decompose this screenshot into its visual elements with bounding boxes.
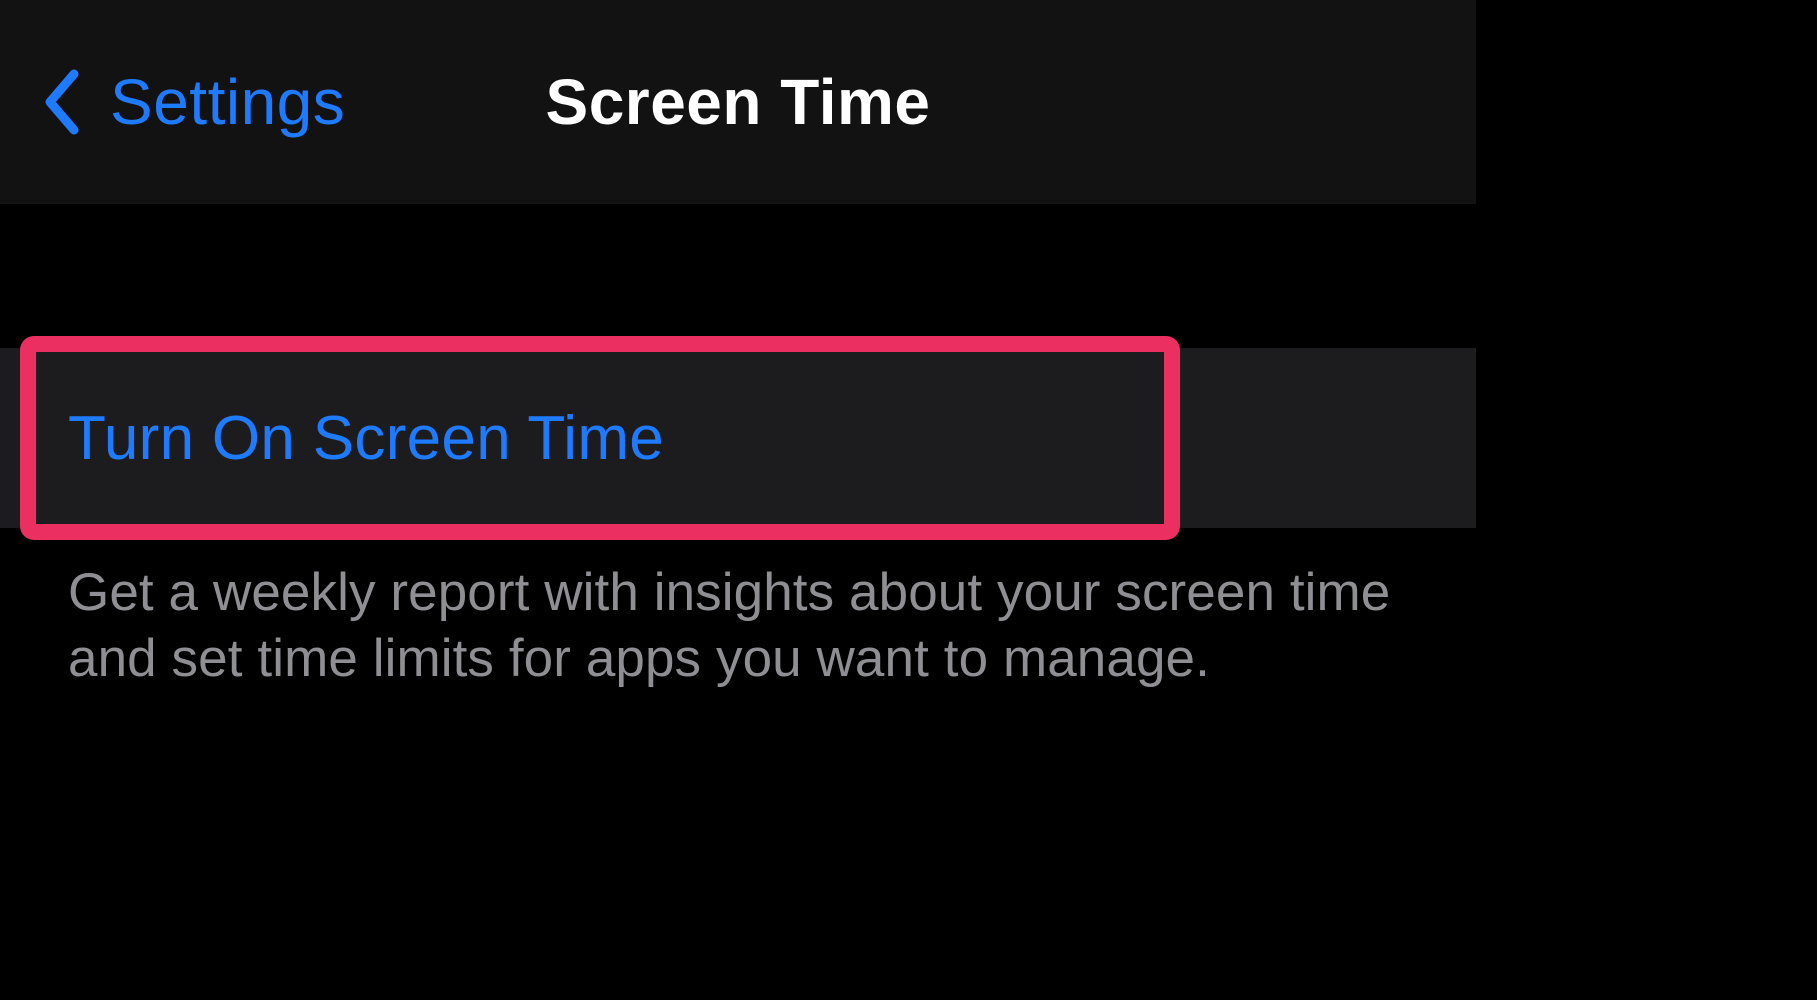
back-label: Settings xyxy=(110,65,345,139)
nav-bar: Settings Screen Time xyxy=(0,0,1476,204)
highlight-annotation: Turn On Screen Time xyxy=(20,336,1180,540)
section-footer-text: Get a weekly report with insights about … xyxy=(0,560,1476,691)
turn-on-screen-time-cell[interactable]: Turn On Screen Time xyxy=(36,352,1164,524)
screen-time-settings-view: Settings Screen Time Turn On Screen Time… xyxy=(0,0,1476,812)
turn-on-screen-time-label: Turn On Screen Time xyxy=(68,403,664,474)
chevron-left-icon xyxy=(42,68,82,136)
content-area: Turn On Screen Time Get a weekly report … xyxy=(0,204,1476,691)
back-button[interactable]: Settings xyxy=(42,65,345,139)
page-title: Screen Time xyxy=(546,65,931,139)
